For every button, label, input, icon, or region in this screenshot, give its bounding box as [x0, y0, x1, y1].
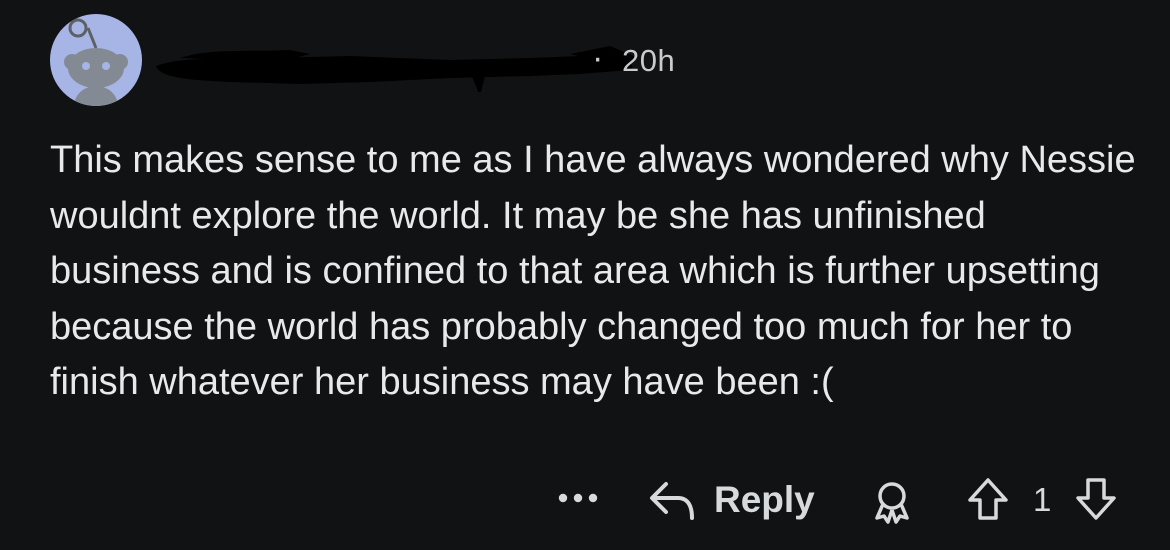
snoo-avatar-icon	[64, 18, 128, 106]
separator-dot: ·	[592, 39, 604, 77]
comment-body: This makes sense to me as I have always …	[50, 139, 1136, 403]
comment-actions: Reply 1	[0, 472, 1170, 528]
award-button[interactable]	[868, 478, 916, 526]
reply-button[interactable]: Reply	[648, 474, 818, 526]
redacted-username	[156, 46, 638, 92]
downvote-button[interactable]	[1074, 476, 1118, 522]
downvote-arrow-icon	[1076, 478, 1116, 520]
vote-count: 1	[1033, 481, 1052, 518]
upvote-arrow-icon	[968, 478, 1008, 520]
award-icon	[875, 482, 909, 524]
more-horizontal-icon	[558, 493, 598, 503]
more-options-button[interactable]	[556, 486, 600, 510]
upvote-button[interactable]	[966, 476, 1010, 522]
reply-arrow-icon	[650, 482, 694, 520]
avatar[interactable]	[50, 14, 142, 106]
reply-label: Reply	[714, 479, 815, 520]
comment: · 20h This makes sense to me as I have a…	[0, 0, 1170, 550]
comment-header: · 20h	[50, 14, 1050, 106]
comment-timestamp: 20h	[622, 43, 676, 78]
